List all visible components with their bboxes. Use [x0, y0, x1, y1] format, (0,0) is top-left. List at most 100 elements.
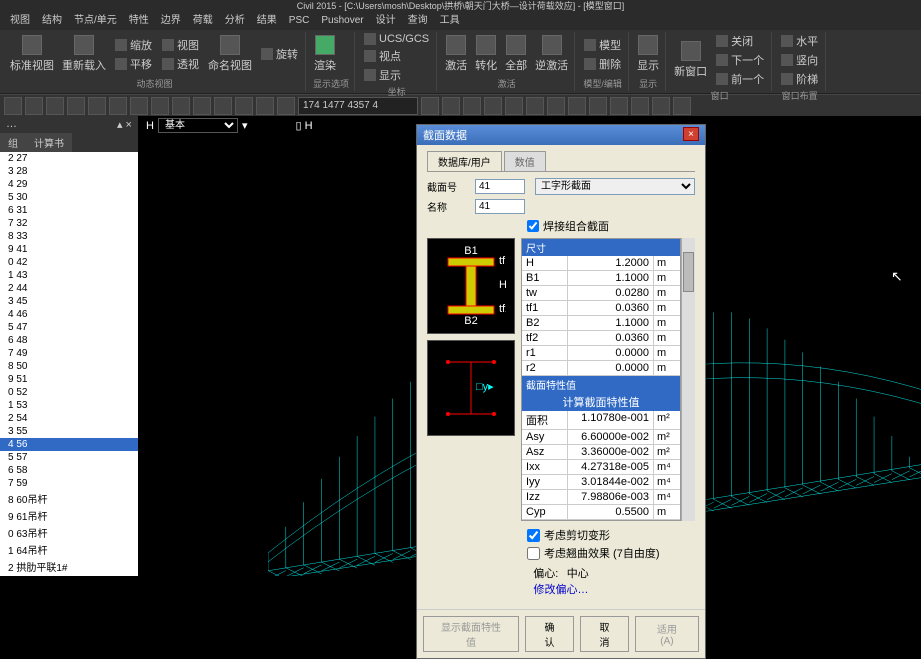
- cmd-button[interactable]: [151, 97, 169, 115]
- calc-button[interactable]: 计算截面特性值: [522, 393, 680, 411]
- menu-item[interactable]: 特性: [129, 12, 149, 30]
- ribbon-btn[interactable]: 逆激活: [533, 33, 570, 75]
- table-row[interactable]: Ixx4.27318e-005m⁴: [522, 460, 680, 475]
- vp-dropdown[interactable]: 基本: [158, 118, 238, 133]
- table-row[interactable]: r10.0000m: [522, 346, 680, 361]
- cmd-button[interactable]: [109, 97, 127, 115]
- tree-item[interactable]: 3 45: [0, 295, 138, 308]
- cmd-button[interactable]: [547, 97, 565, 115]
- ribbon-btn[interactable]: 模型: [581, 36, 624, 54]
- ribbon-btn[interactable]: 旋转: [258, 45, 301, 63]
- menu-item[interactable]: 查询: [408, 12, 428, 30]
- cmd-button[interactable]: [442, 97, 460, 115]
- ok-button[interactable]: 确认: [525, 616, 574, 652]
- ribbon-btn[interactable]: UCS/GCS: [361, 32, 432, 46]
- cmd-button[interactable]: [46, 97, 64, 115]
- tree-item[interactable]: 6 48: [0, 334, 138, 347]
- tree-item[interactable]: 2 拱肋平联1#: [0, 558, 138, 575]
- cmd-button[interactable]: [421, 97, 439, 115]
- ribbon-btn[interactable]: 新窗口: [672, 39, 709, 81]
- offset-link[interactable]: 修改偏心…: [534, 584, 589, 596]
- tree-item[interactable]: 3 55: [0, 425, 138, 438]
- cmd-button[interactable]: [25, 97, 43, 115]
- table-row[interactable]: tf10.0360m: [522, 301, 680, 316]
- cmd-button[interactable]: [214, 97, 232, 115]
- apply-button[interactable]: 适用 (A): [635, 616, 699, 652]
- menu-item[interactable]: 设计: [376, 12, 396, 30]
- tree-item[interactable]: 2 27: [0, 152, 138, 165]
- cmd-button[interactable]: [631, 97, 649, 115]
- table-row[interactable]: B11.1000m: [522, 271, 680, 286]
- tree-item[interactable]: 5 57: [0, 451, 138, 464]
- tree-item[interactable]: 0 52: [0, 386, 138, 399]
- ribbon-btn[interactable]: 显示: [635, 33, 661, 75]
- ribbon-btn[interactable]: 透视: [159, 55, 202, 73]
- cmd-button[interactable]: [277, 97, 295, 115]
- ribbon-btn[interactable]: 全部: [503, 33, 529, 75]
- tree-item[interactable]: 5 30: [0, 191, 138, 204]
- ribbon-btn[interactable]: 前一个: [713, 70, 767, 88]
- tree-item[interactable]: 6 58: [0, 464, 138, 477]
- tree-item[interactable]: 0 42: [0, 256, 138, 269]
- ribbon-btn[interactable]: 竖向: [778, 51, 821, 69]
- ribbon-btn[interactable]: 重新载入: [60, 33, 108, 75]
- weld-checkbox[interactable]: [527, 220, 539, 232]
- cmd-button[interactable]: [193, 97, 211, 115]
- tab[interactable]: 数据库/用户: [427, 151, 502, 171]
- tree-item[interactable]: 9 61吊杆: [0, 507, 138, 524]
- ribbon-btn[interactable]: 显示: [361, 66, 432, 84]
- ribbon-btn[interactable]: 渲染: [312, 33, 338, 75]
- ribbon-btn[interactable]: 阶梯: [778, 70, 821, 88]
- cmd-button[interactable]: [67, 97, 85, 115]
- tree-item[interactable]: 8 33: [0, 230, 138, 243]
- tree-item[interactable]: 8 60吊杆: [0, 490, 138, 507]
- cmd-button[interactable]: [526, 97, 544, 115]
- menu-item[interactable]: 分析: [225, 12, 245, 30]
- show-props-button[interactable]: 显示截面特性值: [423, 616, 519, 652]
- close-icon[interactable]: ▴ ×: [117, 118, 132, 131]
- tree-item[interactable]: 7 59: [0, 477, 138, 490]
- cmd-button[interactable]: [88, 97, 106, 115]
- warp-checkbox[interactable]: [527, 547, 540, 560]
- table-row[interactable]: Cyp0.5500m: [522, 505, 680, 520]
- ribbon-btn[interactable]: 水平: [778, 32, 821, 50]
- cmd-button[interactable]: [172, 97, 190, 115]
- shape-select[interactable]: 工字形截面: [535, 178, 695, 195]
- table-row[interactable]: H1.2000m: [522, 256, 680, 271]
- menu-item[interactable]: 荷载: [193, 12, 213, 30]
- ribbon-btn[interactable]: 激活: [443, 33, 469, 75]
- tree-item[interactable]: 7 32: [0, 217, 138, 230]
- menu-item[interactable]: 节点/单元: [74, 12, 117, 30]
- table-row[interactable]: B21.1000m: [522, 316, 680, 331]
- tree-item[interactable]: 0 63吊杆: [0, 524, 138, 541]
- tree-list[interactable]: 2 273 284 295 306 317 328 339 410 421 43…: [0, 152, 138, 576]
- table-row[interactable]: Asy6.60000e-002m²: [522, 430, 680, 445]
- tree-item[interactable]: 9 41: [0, 243, 138, 256]
- tree-item[interactable]: 1 43: [0, 269, 138, 282]
- table-row[interactable]: 面积1.10780e-001m²: [522, 411, 680, 430]
- cmd-button[interactable]: [4, 97, 22, 115]
- shear-checkbox[interactable]: [527, 529, 540, 542]
- tree-item[interactable]: 1 64吊杆: [0, 541, 138, 558]
- ribbon-btn[interactable]: 命名视图: [206, 33, 254, 75]
- tree-item[interactable]: 2 44: [0, 282, 138, 295]
- table-row[interactable]: tw0.0280m: [522, 286, 680, 301]
- table-row[interactable]: Iyy3.01844e-002m⁴: [522, 475, 680, 490]
- tree-item[interactable]: 6 31: [0, 204, 138, 217]
- cmd-button[interactable]: [130, 97, 148, 115]
- menu-item[interactable]: 工具: [440, 12, 460, 30]
- ribbon-btn[interactable]: 视点: [361, 47, 432, 65]
- tree-item[interactable]: 4 29: [0, 178, 138, 191]
- tree-item[interactable]: 9 51: [0, 373, 138, 386]
- cancel-button[interactable]: 取消: [580, 616, 629, 652]
- ribbon-btn[interactable]: 缩放: [112, 36, 155, 54]
- name-input[interactable]: [475, 199, 525, 214]
- section-no-input[interactable]: [475, 179, 525, 194]
- table-row[interactable]: tf20.0360m: [522, 331, 680, 346]
- tree-item[interactable]: 4 46: [0, 308, 138, 321]
- cmd-button[interactable]: [505, 97, 523, 115]
- tree-item[interactable]: 8 50: [0, 360, 138, 373]
- cmd-button[interactable]: [652, 97, 670, 115]
- ribbon-btn[interactable]: 关闭: [713, 32, 767, 50]
- menu-item[interactable]: 视图: [10, 12, 30, 30]
